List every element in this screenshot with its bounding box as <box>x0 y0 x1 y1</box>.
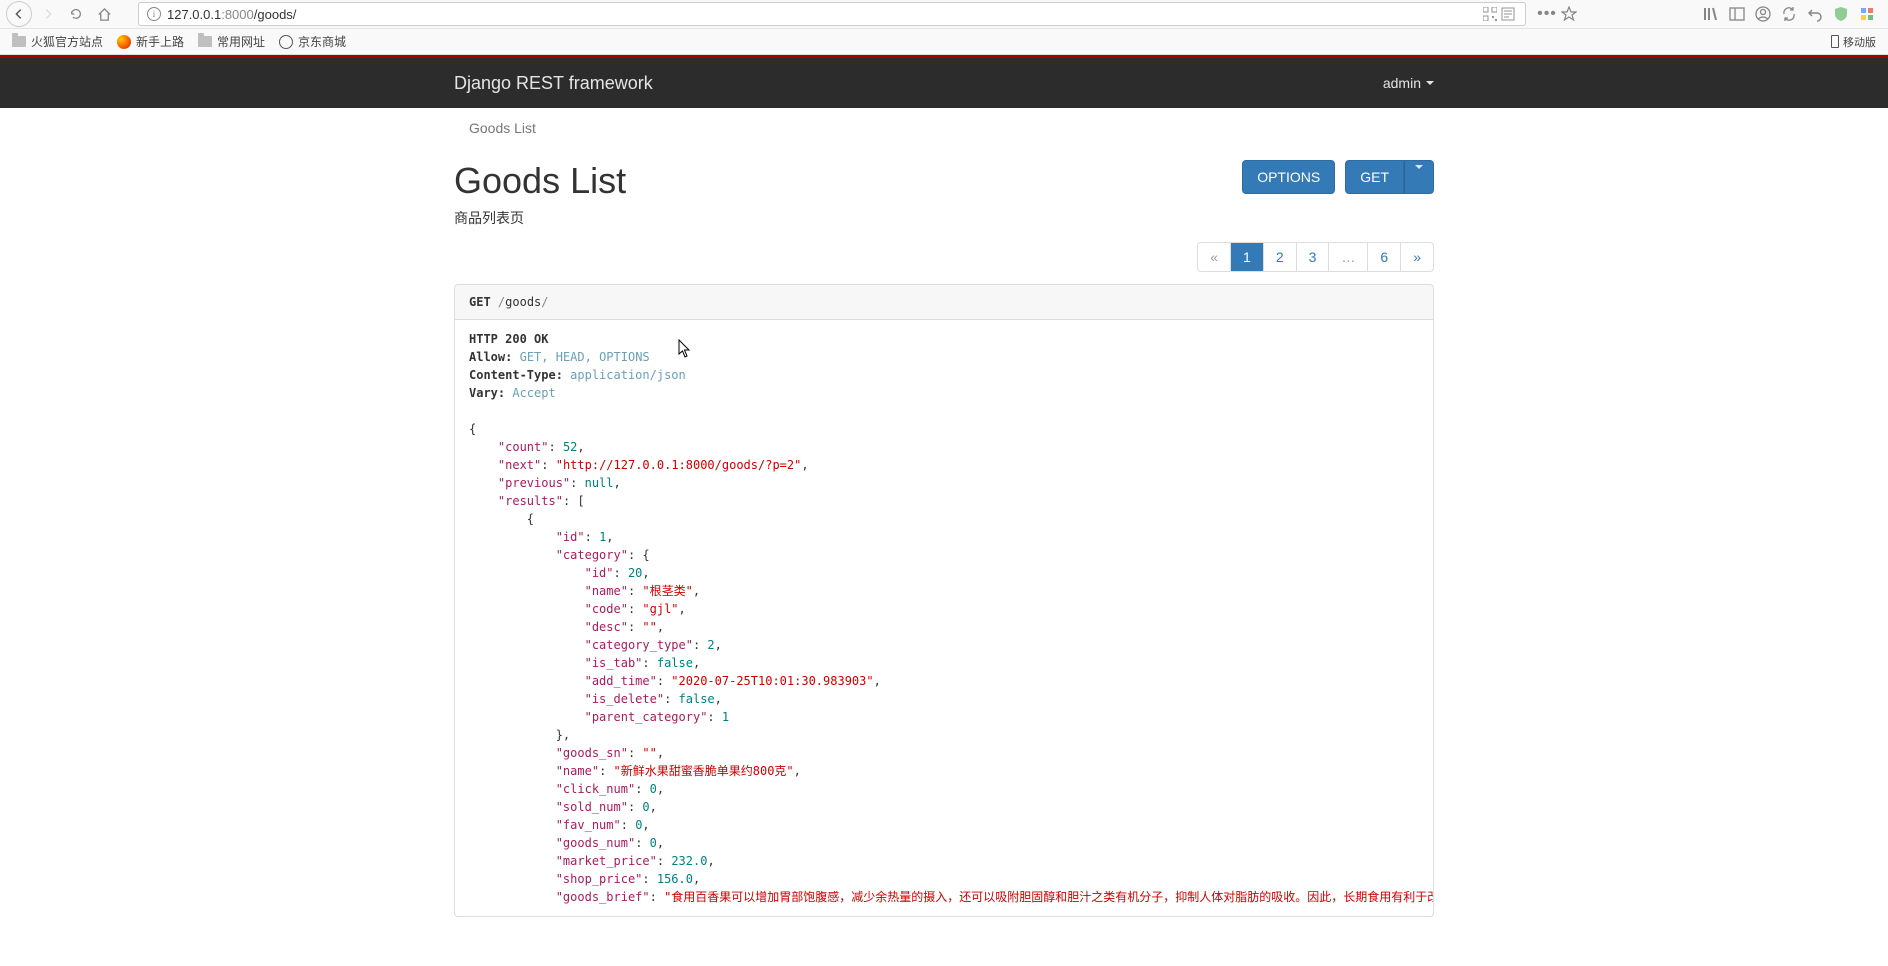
sync-icon[interactable] <box>1780 5 1798 23</box>
reader-icon[interactable] <box>1499 5 1517 23</box>
bookmark-item[interactable]: 新手上路 <box>117 33 184 50</box>
get-button[interactable]: GET <box>1345 160 1404 194</box>
page-1[interactable]: 1 <box>1231 243 1263 271</box>
url-bar[interactable]: i 127.0.0.1:8000/goods/ <box>138 2 1526 26</box>
page-3[interactable]: 3 <box>1297 243 1329 271</box>
extension-icon[interactable] <box>1858 5 1876 23</box>
firefox-icon <box>117 35 131 49</box>
bookmark-label: 新手上路 <box>136 33 184 50</box>
home-button[interactable] <box>92 2 116 26</box>
more-icon[interactable]: ••• <box>1538 5 1556 23</box>
bookmark-star-icon[interactable] <box>1560 5 1578 23</box>
options-button[interactable]: OPTIONS <box>1242 160 1335 194</box>
response-body: HTTP 200 OK Allow: GET, HEAD, OPTIONS Co… <box>454 320 1434 917</box>
caret-down-icon <box>1426 81 1434 85</box>
bookmark-label: 火狐官方站点 <box>31 33 103 50</box>
breadcrumb: Goods List <box>454 108 1434 148</box>
brand[interactable]: Django REST framework <box>454 73 653 94</box>
page-title: Goods List <box>454 160 626 202</box>
page-2[interactable]: 2 <box>1264 243 1296 271</box>
bookmark-label: 京东商城 <box>298 33 346 50</box>
user-name: admin <box>1383 75 1421 91</box>
bookmark-item[interactable]: 火狐官方站点 <box>12 33 103 50</box>
bookmarks-bar: 火狐官方站点 新手上路 常用网址 京东商城 移动版 <box>0 28 1888 54</box>
breadcrumb-item[interactable]: Goods List <box>469 120 536 136</box>
page-next[interactable]: » <box>1401 243 1433 271</box>
mobile-label: 移动版 <box>1843 34 1876 50</box>
bookmark-item[interactable]: 京东商城 <box>279 33 346 50</box>
qr-icon[interactable] <box>1481 5 1499 23</box>
page-6[interactable]: 6 <box>1368 243 1400 271</box>
folder-icon <box>12 36 26 47</box>
request-info: GET /goods/ <box>454 284 1434 320</box>
folder-icon <box>198 36 212 47</box>
url-port: :8000 <box>221 7 254 22</box>
reload-button[interactable] <box>64 2 88 26</box>
shield-icon[interactable] <box>1832 5 1850 23</box>
info-icon[interactable]: i <box>147 7 161 21</box>
browser-toolbar: i 127.0.0.1:8000/goods/ ••• <box>0 0 1888 28</box>
mobile-toggle[interactable]: 移动版 <box>1831 34 1876 50</box>
drf-navbar: Django REST framework admin <box>0 58 1888 108</box>
browser-chrome: i 127.0.0.1:8000/goods/ ••• 火狐官方站点 新手上路 … <box>0 0 1888 55</box>
get-button-group: GET <box>1345 160 1434 194</box>
mobile-icon <box>1831 35 1839 48</box>
page-ellipsis: … <box>1329 243 1367 271</box>
page-prev[interactable]: « <box>1198 243 1230 271</box>
account-icon[interactable] <box>1754 5 1772 23</box>
bookmark-label: 常用网址 <box>217 33 265 50</box>
pagination: « 1 2 3 … 6 » <box>1198 242 1434 272</box>
forward-button <box>36 2 60 26</box>
bookmark-item[interactable]: 常用网址 <box>198 33 265 50</box>
back-button[interactable] <box>6 1 32 27</box>
undo-icon[interactable] <box>1806 5 1824 23</box>
page-description: 商品列表页 <box>454 208 626 228</box>
url-path: /goods/ <box>254 7 297 22</box>
library-icon[interactable] <box>1702 5 1720 23</box>
caret-down-icon <box>1415 165 1423 185</box>
request-method: GET <box>469 295 491 309</box>
get-dropdown-button[interactable] <box>1404 160 1434 194</box>
sidebar-icon[interactable] <box>1728 5 1746 23</box>
request-path: goods <box>505 295 541 309</box>
user-menu[interactable]: admin <box>1383 75 1434 91</box>
globe-icon <box>279 35 293 49</box>
url-host: 127.0.0.1 <box>167 7 221 22</box>
